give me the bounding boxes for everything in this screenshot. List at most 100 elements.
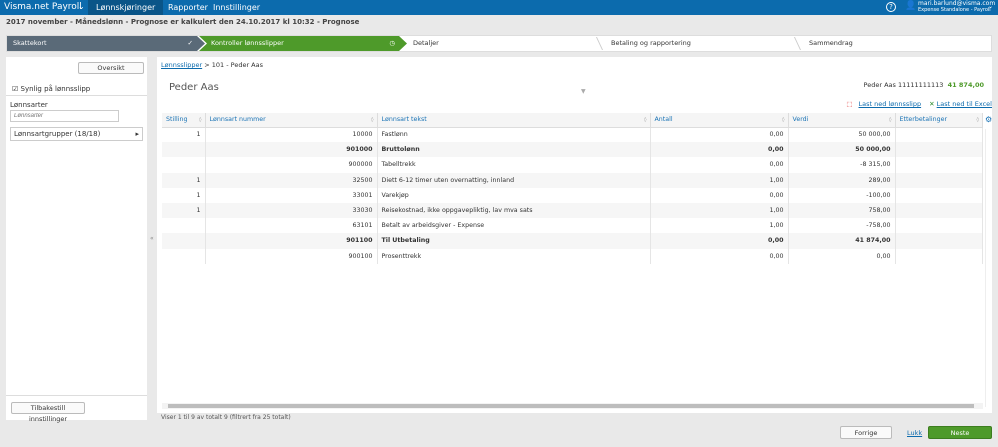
download-payslip-link[interactable]: Last ned lønnsslipp [859, 100, 922, 108]
vertical-scrollbar[interactable] [985, 129, 991, 407]
next-button[interactable]: Neste [928, 426, 992, 439]
step-skattekort[interactable]: Skattekort ✓ [7, 36, 205, 51]
cell-verdi: 50 000,00 [788, 127, 896, 143]
employee-id: Peder Aas 11111111113 [863, 81, 944, 89]
col-tekst[interactable]: Lønnsart tekst ◊ [377, 113, 651, 128]
cell-stilling [162, 157, 206, 173]
sort-icon: ◊ [889, 117, 892, 123]
cell-antall: 0,00 [650, 127, 789, 143]
col-etterbetalinger[interactable]: Etterbetalinger ◊ [895, 113, 983, 128]
cell-verdi: -100,00 [788, 187, 896, 203]
reset-settings-button[interactable]: Tilbakestill innstillinger [11, 402, 85, 423]
top-bar: Visma.net Payroll ⌄ Lønnskjøringer Rappo… [0, 0, 998, 15]
cell-stilling [162, 218, 206, 234]
cell-tekst: Prosenttrekk [377, 248, 651, 264]
wage-types-label: Lønnsarter [10, 101, 48, 109]
cell-verdi: -758,00 [788, 218, 896, 234]
col-nummer[interactable]: Lønnsart nummer ◊ [205, 113, 378, 128]
cell-verdi: 289,00 [788, 172, 896, 188]
table-row[interactable]: 900000 Tabelltrekk 0,00 -8 315,00 [162, 157, 983, 173]
overview-button[interactable]: Oversikt [78, 62, 144, 74]
header-label: Lønnsart tekst [381, 116, 427, 124]
chevron-down-icon[interactable]: ⌄ [988, 3, 993, 10]
cell-antall: 1,00 [650, 202, 789, 219]
table-row[interactable]: 1 33030 Reisekostnad, ikke oppgavepliktig,… [162, 202, 983, 219]
breadcrumb-payslips-link[interactable]: Lønnsslipper [161, 61, 202, 69]
step-label: Skattekort [13, 39, 47, 47]
user-context: Expense Standalone - Payroll [918, 7, 991, 13]
cell-antall: 0,00 [650, 248, 789, 264]
help-icon[interactable]: ? [886, 2, 896, 12]
cell-nummer: 901000 [205, 142, 378, 158]
cell-stilling [162, 233, 206, 249]
table-row[interactable]: 1 32500 Diett 6-12 timer uten overnatting,… [162, 172, 983, 188]
table-row[interactable]: 1 10000 Fastlønn 0,00 50 000,00 [162, 127, 983, 143]
wage-types-input[interactable] [10, 110, 119, 122]
download-excel-link[interactable]: Last ned til Excel [937, 100, 992, 108]
cell-etterbetalinger [895, 248, 983, 264]
cell-etterbetalinger [895, 142, 983, 158]
table-row[interactable]: 63101 Betalt av arbeidsgiver - Expense 1,0… [162, 218, 983, 234]
nav-innstillinger[interactable]: Innstillinger [205, 0, 268, 15]
cell-tekst: Varekjøp [377, 187, 651, 203]
cell-nummer: 900100 [205, 248, 378, 264]
cell-verdi: 50 000,00 [788, 142, 896, 158]
cell-verdi: -8 315,00 [788, 157, 896, 173]
gear-icon[interactable]: ⚙ [985, 115, 992, 124]
horizontal-scrollbar[interactable] [162, 403, 983, 409]
step-detaljer[interactable]: Detaljer [407, 36, 439, 51]
expand-icon[interactable]: ▼ [581, 88, 586, 95]
cell-verdi: 41 874,00 [788, 233, 896, 249]
cell-stilling [162, 248, 206, 264]
app-brand[interactable]: Visma.net Payroll [4, 2, 82, 12]
step-label: Kontroller lønnsslipper [211, 39, 284, 47]
table-info: Viser 1 til 9 av totalt 9 (filtrert fra … [161, 414, 291, 421]
checkbox-label: Synlig på lønnsslipp [20, 85, 91, 93]
cell-etterbetalinger [895, 233, 983, 249]
step-separator [588, 37, 604, 50]
header-label: Etterbetalinger [899, 116, 948, 124]
table-row[interactable]: 900100 Prosenttrekk 0,00 0,00 [162, 248, 983, 264]
cell-nummer: 33030 [205, 202, 378, 219]
step-separator [786, 37, 802, 50]
check-icon: ✓ [187, 39, 193, 47]
close-link[interactable]: Lukk [907, 429, 922, 437]
cell-nummer: 901100 [205, 233, 378, 249]
visible-checkbox[interactable]: ☑ Synlig på lønnsslipp [12, 85, 90, 93]
col-antall[interactable]: Antall ◊ [650, 113, 789, 128]
chevron-down-icon[interactable]: ⌄ [78, 2, 85, 11]
pdf-icon: ⬚ [846, 100, 853, 108]
previous-button[interactable]: Forrige [840, 426, 892, 439]
sort-icon: ◊ [199, 117, 202, 123]
cell-tekst: Til Utbetaling [377, 233, 651, 249]
step-sammendrag[interactable]: Sammendrag [803, 36, 853, 51]
download-links: ⬚ Last ned lønnsslipp ✕ Last ned til Excel [846, 100, 992, 108]
breadcrumb-current: 101 - Peder Aas [211, 61, 264, 69]
cell-tekst: Betalt av arbeidsgiver - Expense [377, 218, 651, 234]
breadcrumb: Lønnsslipper > 101 - Peder Aas [161, 61, 264, 69]
table-row[interactable]: 1 33001 Varekjøp 0,00 -100,00 [162, 187, 983, 203]
divider [6, 395, 147, 396]
scroll-thumb[interactable] [168, 404, 974, 408]
employee-total: 41 874,00 [947, 81, 984, 89]
step-kontroller[interactable]: Kontroller lønnsslipper ◷ [199, 36, 407, 51]
cell-etterbetalinger [895, 172, 983, 188]
user-icon[interactable]: 👤 [905, 1, 916, 11]
cell-nummer: 900000 [205, 157, 378, 173]
cell-verdi: 758,00 [788, 202, 896, 219]
checkbox-icon[interactable]: ☑ [12, 85, 18, 93]
nav-lonnskjoringer[interactable]: Lønnskjøringer [88, 0, 164, 15]
user-menu[interactable]: mari.barlund@visma.com Expense Standalone… [918, 1, 995, 14]
divider [6, 95, 147, 96]
col-stilling[interactable]: Stilling ◊ [162, 113, 206, 128]
table-row[interactable]: 901100 Til Utbetaling 0,00 41 874,00 [162, 233, 983, 249]
step-betaling[interactable]: Betaling og rapportering [605, 36, 691, 51]
cell-verdi: 0,00 [788, 248, 896, 264]
cell-nummer: 32500 [205, 172, 378, 188]
collapse-panel-icon[interactable]: « [150, 235, 154, 242]
wage-groups-dropdown[interactable]: Lønnsartgrupper (18/18) ▸ [10, 127, 143, 141]
left-panel: Oversikt ☑ Synlig på lønnsslipp Lønnsart… [6, 57, 147, 423]
sort-icon: ◊ [644, 117, 647, 123]
col-verdi[interactable]: Verdi ◊ [788, 113, 896, 128]
table-row[interactable]: 901000 Bruttolønn 0,00 50 000,00 [162, 142, 983, 158]
